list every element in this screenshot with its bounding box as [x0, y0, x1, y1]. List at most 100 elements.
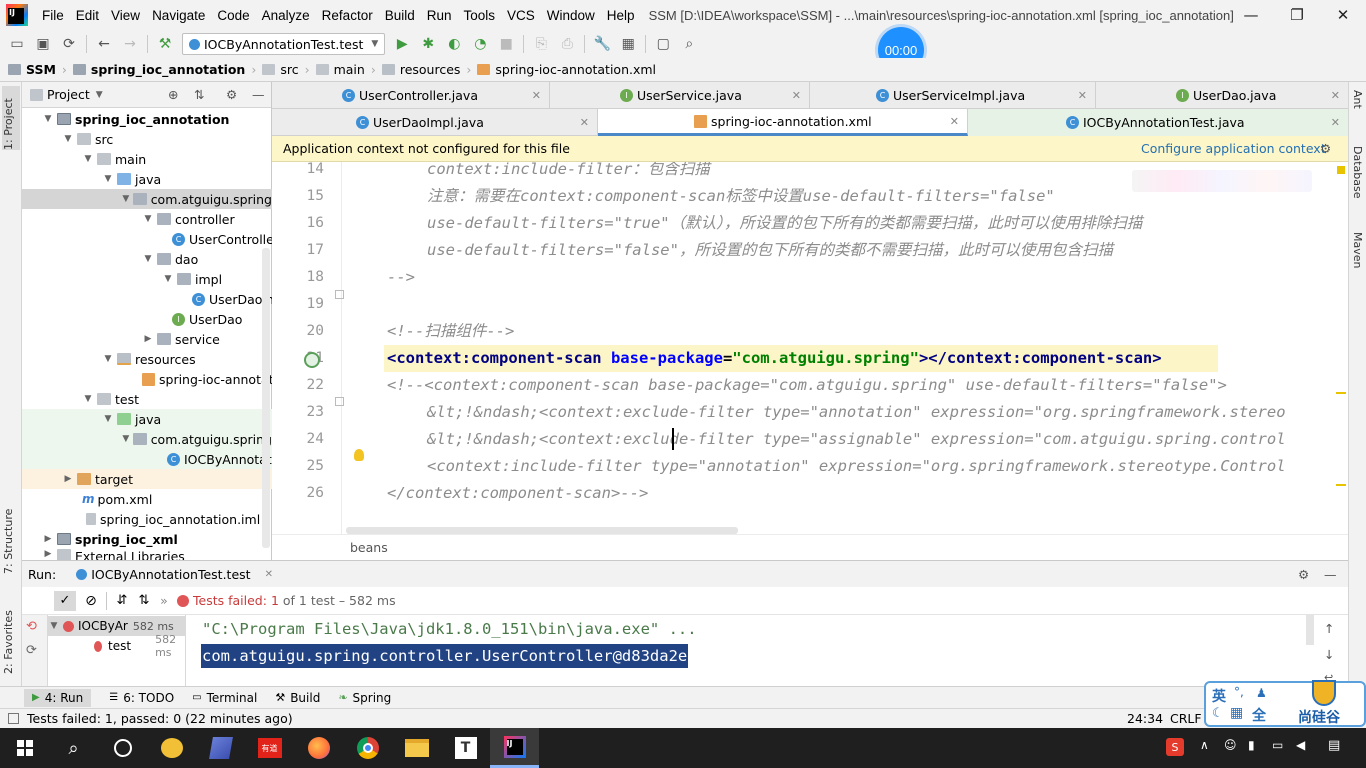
- close-icon[interactable]: ✕: [950, 115, 959, 128]
- tree-item[interactable]: CUserDaoImpl: [22, 289, 272, 309]
- status-message[interactable]: Tests failed: 1, passed: 0 (22 minutes a…: [27, 711, 293, 726]
- menu-analyze[interactable]: Analyze: [256, 8, 316, 23]
- ime-moon-icon[interactable]: ☾: [1212, 706, 1224, 721]
- typora-icon[interactable]: T: [441, 728, 490, 768]
- breadcrumb-item[interactable]: src ›: [262, 62, 310, 77]
- tree-item[interactable]: ▼ dao: [22, 249, 272, 269]
- console-scrollbar[interactable]: [1306, 615, 1314, 645]
- tab-run[interactable]: ▶ 4: Run: [24, 688, 92, 707]
- configure-context-link[interactable]: Configure application context: [1141, 141, 1326, 156]
- maven-tool-tab[interactable]: Maven: [1351, 232, 1364, 292]
- sync-icon[interactable]: ⟳: [58, 33, 80, 55]
- menu-vcs[interactable]: VCS: [501, 8, 541, 23]
- browser-icons-bar[interactable]: [1132, 170, 1312, 192]
- coverage-icon[interactable]: ◐: [443, 33, 465, 55]
- ime-language[interactable]: 英: [1212, 686, 1226, 706]
- console-output[interactable]: "C:\Program Files\Java\jdk1.8.0_151\bin\…: [186, 615, 1314, 687]
- caret-position[interactable]: 24:34: [1127, 711, 1163, 726]
- arrow-up-icon[interactable]: ↑: [1324, 621, 1334, 636]
- close-icon[interactable]: ✕: [532, 89, 541, 102]
- menu-edit[interactable]: Edit: [70, 8, 105, 23]
- tray-battery-icon[interactable]: ▮: [1248, 738, 1255, 752]
- stop-icon[interactable]: ■: [495, 33, 517, 55]
- breadcrumb-item[interactable]: spring_ioc_annotation ›: [72, 62, 256, 77]
- settings-wrench-icon[interactable]: 🔧: [591, 33, 613, 55]
- tab-todo[interactable]: ☰ 6: TODO: [109, 691, 174, 705]
- tree-item[interactable]: ▼ src: [22, 129, 272, 149]
- project-tool-tab[interactable]: 1: Project: [2, 86, 20, 150]
- tab-user-service[interactable]: I UserService.java ✕: [550, 82, 810, 109]
- rerun-failed-icon[interactable]: ⟲: [26, 619, 37, 634]
- run-icon[interactable]: ▶: [391, 33, 413, 55]
- tab-spring[interactable]: ❧ Spring: [338, 691, 391, 705]
- code-area[interactable]: context:include-filter：包含扫描 注意：需要在contex…: [272, 162, 1334, 534]
- ime-keyboard-icon[interactable]: ▦: [1230, 705, 1243, 721]
- locate-icon[interactable]: ⊕: [168, 87, 178, 102]
- tree-item[interactable]: ▼ java: [22, 169, 272, 189]
- ime-user-icon[interactable]: ♟: [1256, 686, 1267, 700]
- hide-icon[interactable]: —: [1324, 567, 1337, 582]
- close-icon[interactable]: ✕: [1331, 116, 1340, 129]
- ime-toolbar[interactable]: 英 °, ♟ ☾ ▦ 全 尚硅谷: [1204, 680, 1366, 727]
- menu-code[interactable]: Code: [211, 8, 255, 23]
- maximize-icon[interactable]: ❐: [1274, 0, 1320, 30]
- tray-people-icon[interactable]: ☺: [1224, 738, 1237, 752]
- build-hammer-icon[interactable]: ⚒: [154, 33, 176, 55]
- close-icon[interactable]: ✕: [1320, 0, 1366, 30]
- profile-icon[interactable]: ◔: [469, 33, 491, 55]
- project-structure-icon[interactable]: ▦: [617, 33, 639, 55]
- warning-marker[interactable]: [1336, 392, 1346, 394]
- tab-terminal[interactable]: ▭ Terminal: [192, 691, 257, 705]
- tree-item[interactable]: ▼ controller: [22, 209, 272, 229]
- tree-item[interactable]: ▼ spring_ioc_annotation: [22, 109, 272, 129]
- presentation-icon[interactable]: ▢: [652, 33, 674, 55]
- tree-item[interactable]: ▼ com.atguigu.spring: [22, 189, 272, 209]
- menu-tools[interactable]: Tools: [458, 8, 502, 23]
- debug-icon[interactable]: ✱: [417, 33, 439, 55]
- menu-refactor[interactable]: Refactor: [316, 8, 379, 23]
- tree-item[interactable]: ▼ test: [22, 389, 272, 409]
- chrome-icon[interactable]: [343, 728, 392, 768]
- line-separator[interactable]: CRLF: [1170, 711, 1202, 726]
- tree-item[interactable]: ▼ main: [22, 149, 272, 169]
- tree-item[interactable]: ▼ impl: [22, 269, 272, 289]
- arrow-down-icon[interactable]: ↓: [1324, 647, 1334, 662]
- tree-item[interactable]: spring_ioc_annotation.iml: [22, 509, 272, 529]
- menu-build[interactable]: Build: [379, 8, 421, 23]
- show-ignored-icon[interactable]: ⊘: [80, 591, 102, 611]
- tray-volume-icon[interactable]: ◀: [1296, 738, 1305, 752]
- tab-build[interactable]: ⚒ Build: [275, 691, 320, 705]
- search-icon[interactable]: ⌕: [49, 728, 98, 768]
- save-all-icon[interactable]: ▣: [32, 33, 54, 55]
- tab-user-dao-impl[interactable]: C UserDaoImpl.java ✕: [272, 109, 598, 136]
- collapse-all-icon[interactable]: ⇅: [194, 87, 204, 102]
- ime-mode[interactable]: 全: [1252, 705, 1266, 725]
- structure-tool-tab[interactable]: 7: Structure: [2, 494, 15, 574]
- ant-tool-tab[interactable]: Ant: [1351, 90, 1364, 130]
- breadcrumb-item[interactable]: spring-ioc-annotation.xml: [477, 62, 656, 77]
- tray-network-icon[interactable]: ▭: [1272, 738, 1283, 752]
- minimize-icon[interactable]: —: [1228, 0, 1274, 30]
- menu-window[interactable]: Window: [541, 8, 601, 23]
- breadcrumb-item[interactable]: main ›: [315, 62, 376, 77]
- tab-ioc-by-annotation-test[interactable]: C IOCByAnnotationTest.java ✕: [968, 109, 1348, 136]
- tab-spring-ioc-annotation-xml[interactable]: spring-ioc-annotation.xml ✕: [598, 109, 968, 136]
- warning-marker[interactable]: [1336, 484, 1346, 486]
- tree-item[interactable]: CIOCByAnnotationTest: [22, 449, 272, 469]
- menu-run[interactable]: Run: [421, 8, 458, 23]
- notification-icon[interactable]: ▤: [1328, 738, 1340, 753]
- menu-file[interactable]: File: [36, 8, 70, 23]
- tree-item[interactable]: ▶ spring_ioc_xml: [22, 529, 272, 549]
- tab-user-controller[interactable]: C UserController.java ✕: [272, 82, 550, 109]
- tab-user-service-impl[interactable]: C UserServiceImpl.java ✕: [810, 82, 1096, 109]
- back-icon[interactable]: ←: [93, 33, 115, 55]
- warning-status-icon[interactable]: [1337, 166, 1345, 174]
- show-passed-icon[interactable]: ✓: [54, 590, 76, 611]
- toggle-auto-test-icon[interactable]: ⟳: [26, 643, 37, 658]
- open-folder-icon[interactable]: ▭: [6, 33, 28, 55]
- tree-item[interactable]: ▼ resources: [22, 349, 272, 369]
- tree-item[interactable]: C UserController: [22, 229, 272, 249]
- breadcrumb-item[interactable]: resources ›: [381, 62, 471, 77]
- close-icon[interactable]: ✕: [580, 116, 589, 129]
- menu-view[interactable]: View: [105, 8, 146, 23]
